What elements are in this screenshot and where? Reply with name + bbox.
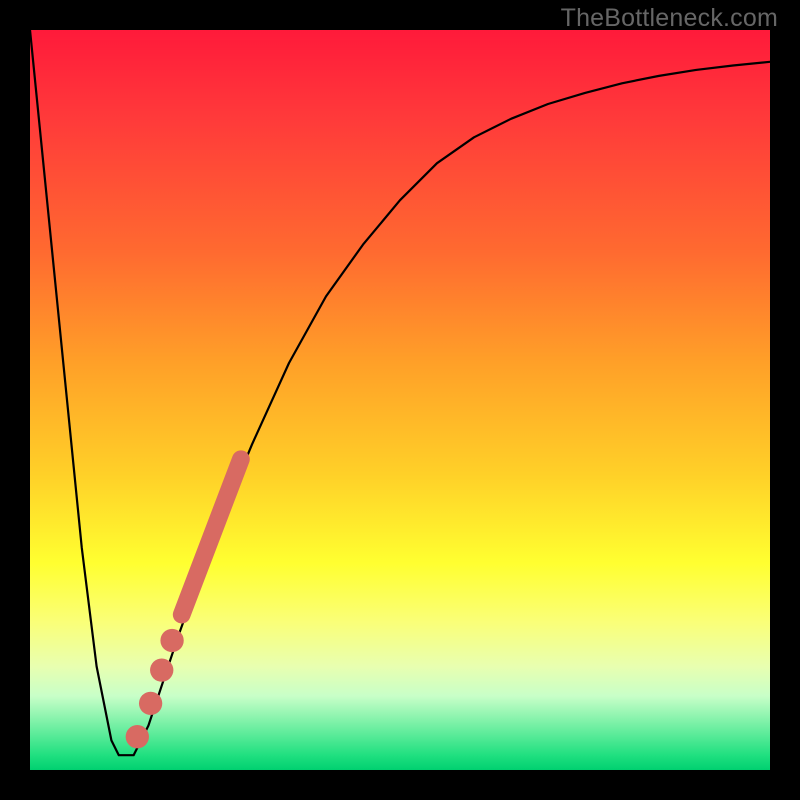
chart-frame: TheBottleneck.com — [0, 0, 800, 800]
marker-dot — [160, 629, 183, 652]
marker-dot — [139, 692, 162, 715]
chart-svg — [30, 30, 770, 770]
marker-segment — [182, 459, 241, 614]
watermark-text: TheBottleneck.com — [561, 4, 778, 33]
marker-dot — [150, 658, 173, 681]
marker-group — [126, 459, 241, 748]
bottleneck-curve — [30, 30, 770, 755]
marker-dot — [126, 725, 149, 748]
plot-area — [30, 30, 770, 770]
